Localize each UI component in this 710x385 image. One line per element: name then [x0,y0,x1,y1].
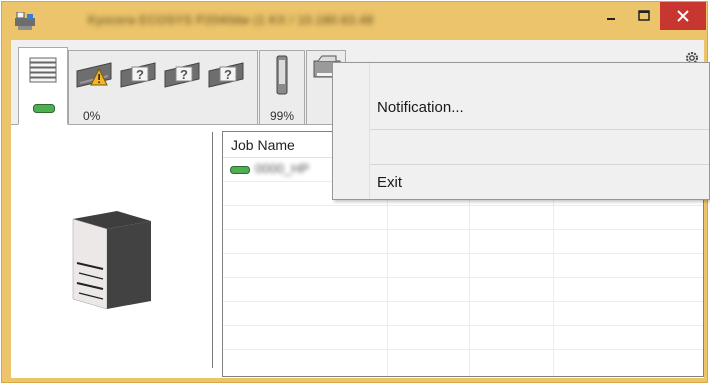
toner-stack-icon [29,57,57,83]
toner-level-value: 0% [83,109,101,123]
tab-toner-overview[interactable] [18,47,68,125]
maximize-icon [638,10,650,21]
unknown-toner-icon: ? [164,62,200,88]
printer-image [72,211,151,310]
grid-line [223,301,703,302]
minimize-icon [607,18,615,20]
menu-item-label: Exit [377,174,403,191]
warning-toner-icon [76,62,112,88]
grid-line [223,325,703,326]
minimize-button[interactable] [594,2,628,30]
close-icon [677,10,689,22]
window-title: Kyocera ECOSYS P2040dw (1 KX / 10.180.63… [88,13,374,27]
tab-toner-levels[interactable]: ? ? ? 0% [68,50,258,124]
paper-tray-icon [276,55,288,95]
paper-level-value: 99% [270,109,295,123]
svg-text:?: ? [224,67,232,82]
menu-item-notification[interactable]: Notification... [333,85,709,131]
grid-line [223,349,703,350]
unknown-toner-icon: ? [208,62,244,88]
grid-line [223,277,703,278]
job-name-cell: 0000_HP [255,161,310,176]
printer-preview-pane [11,125,211,378]
status-ok-icon [33,104,55,113]
column-header-job-name[interactable]: Job Name [231,137,295,153]
pane-splitter[interactable] [212,132,213,368]
title-bar[interactable]: Kyocera ECOSYS P2040dw (1 KX / 10.180.63… [2,2,707,40]
close-button[interactable] [660,2,706,30]
job-status-icon [230,166,250,174]
svg-text:?: ? [136,67,144,82]
grid-line [223,253,703,254]
unknown-toner-icon: ? [120,62,156,88]
grid-line [223,229,703,230]
grid-line [223,205,703,206]
tab-paper[interactable]: 99% [259,50,305,124]
maximize-button[interactable] [629,2,659,30]
context-menu: Notification... Exit [332,62,710,200]
menu-item-blank[interactable] [333,130,709,164]
svg-text:?: ? [180,67,188,82]
menu-item-label: Notification... [377,99,464,116]
printer-app-icon [15,11,35,30]
menu-item-exit[interactable]: Exit [333,165,709,200]
